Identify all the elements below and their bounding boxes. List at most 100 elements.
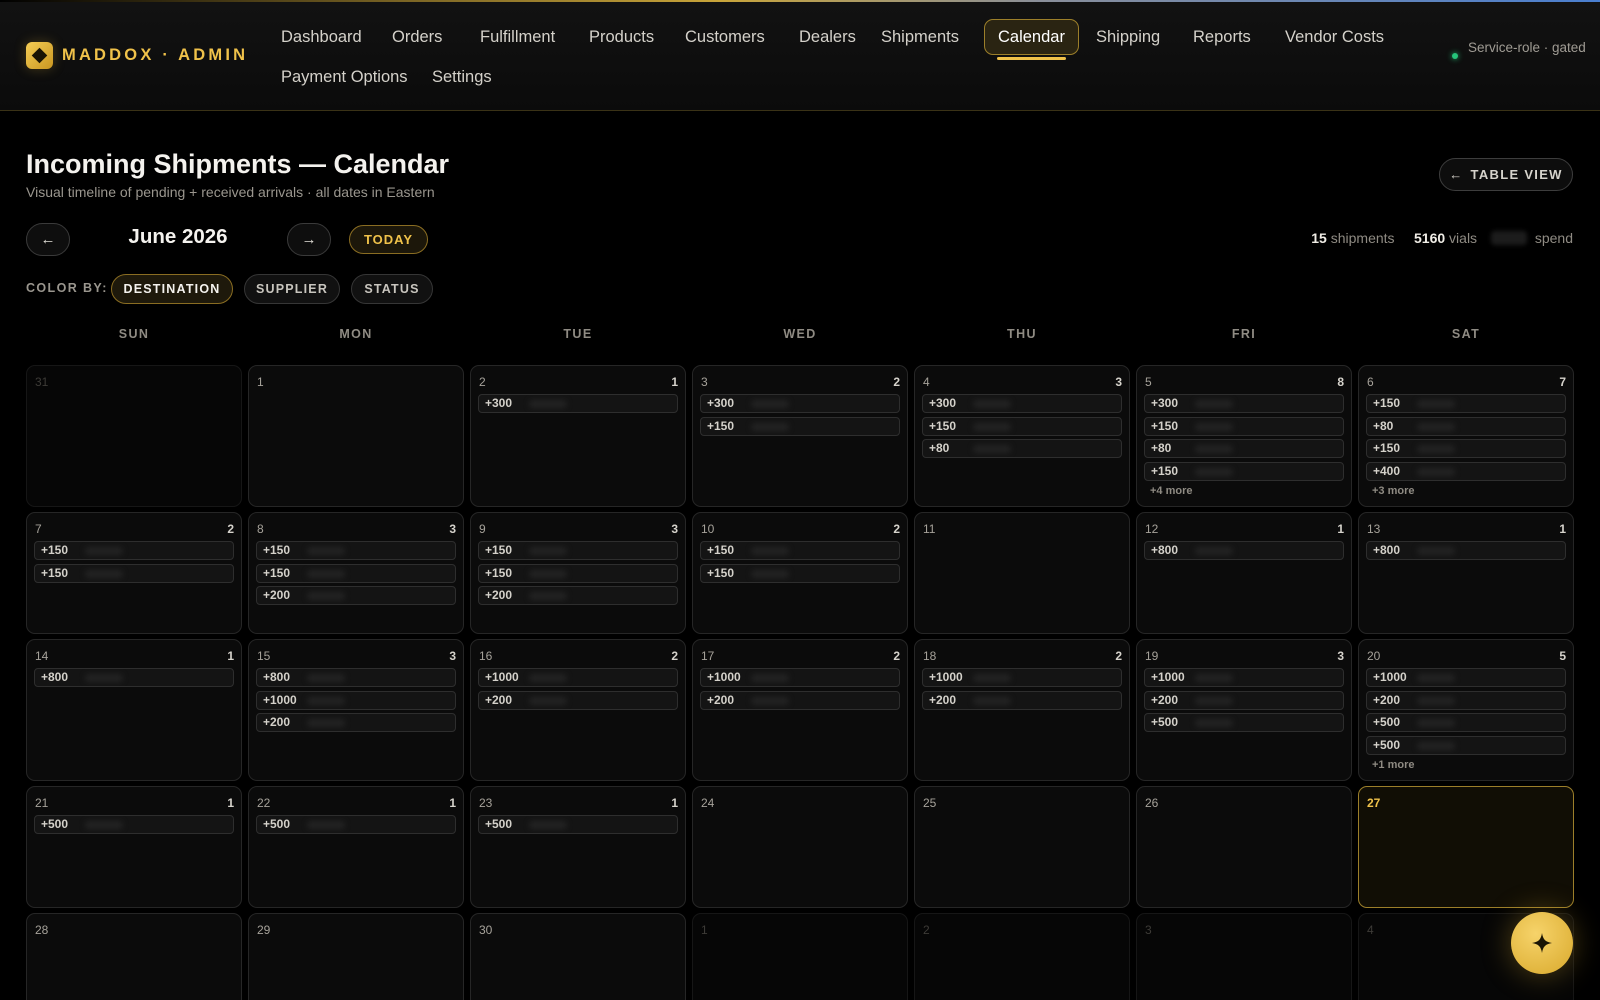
nav-item-dealers[interactable]: Dealers: [786, 19, 869, 55]
calendar-day[interactable]: 22 1 +500: [248, 786, 464, 908]
nav-item-products[interactable]: Products: [576, 19, 667, 55]
calendar-day[interactable]: 1: [692, 913, 908, 1000]
shipment-chip[interactable]: +500: [1144, 713, 1344, 733]
nav-item-shipments[interactable]: Shipments: [868, 19, 972, 55]
shipment-chip[interactable]: +150: [478, 541, 678, 560]
calendar-day[interactable]: 1: [248, 365, 464, 507]
more-shipments-link[interactable]: +3 more: [1366, 485, 1566, 497]
calendar-day[interactable]: 26: [1136, 786, 1352, 908]
nav-item-vendor-costs[interactable]: Vendor Costs: [1272, 19, 1397, 55]
nav-item-shipping[interactable]: Shipping: [1083, 19, 1173, 55]
shipment-chip[interactable]: +150: [34, 541, 234, 560]
shipment-chip[interactable]: +150: [1144, 416, 1344, 436]
calendar-day[interactable]: 30: [470, 913, 686, 1000]
shipment-chip[interactable]: +200: [700, 690, 900, 710]
calendar-day[interactable]: 19 3 +1000 +200 +500: [1136, 639, 1352, 781]
calendar-day[interactable]: 17 2 +1000 +200: [692, 639, 908, 781]
calendar-day[interactable]: 16 2 +1000 +200: [470, 639, 686, 781]
calendar-day[interactable]: 11: [914, 512, 1130, 634]
shipment-chip[interactable]: +200: [256, 713, 456, 733]
calendar-day[interactable]: 15 3 +800 +1000 +200: [248, 639, 464, 781]
shipment-chip[interactable]: +800: [256, 668, 456, 687]
next-month-button[interactable]: →: [287, 223, 331, 256]
nav-item-calendar[interactable]: Calendar: [984, 19, 1079, 60]
shipment-chip[interactable]: +1000: [1366, 668, 1566, 687]
shipment-chip[interactable]: +150: [1366, 394, 1566, 413]
shipment-chip[interactable]: +500: [256, 815, 456, 834]
shipment-chip[interactable]: +1000: [700, 668, 900, 687]
shipment-chip[interactable]: +800: [1144, 541, 1344, 560]
shipment-chip[interactable]: +150: [700, 563, 900, 583]
assistant-fab-button[interactable]: [1511, 912, 1573, 974]
calendar-day[interactable]: 28: [26, 913, 242, 1000]
shipment-chip[interactable]: +150: [700, 416, 900, 436]
shipment-chip[interactable]: +80: [1144, 439, 1344, 459]
shipment-chip[interactable]: +200: [1144, 690, 1344, 710]
calendar-day[interactable]: 9 3 +150 +150 +200: [470, 512, 686, 634]
calendar-day[interactable]: 6 7 +150 +80 +150 +400 +3 more: [1358, 365, 1574, 507]
shipment-chip[interactable]: +1000: [256, 690, 456, 710]
calendar-day[interactable]: 7 2 +150 +150: [26, 512, 242, 634]
color-by-supplier[interactable]: SUPPLIER: [244, 274, 340, 304]
shipment-chip[interactable]: +300: [700, 394, 900, 413]
calendar-day[interactable]: 8 3 +150 +150 +200: [248, 512, 464, 634]
nav-item-dashboard[interactable]: Dashboard: [268, 19, 375, 55]
calendar-day[interactable]: 5 8 +300 +150 +80 +150 +4 more: [1136, 365, 1352, 507]
nav-item-settings[interactable]: Settings: [419, 59, 505, 95]
shipment-chip[interactable]: +800: [34, 668, 234, 687]
brand[interactable]: MADDOX · ADMIN: [26, 42, 248, 69]
shipment-chip[interactable]: +500: [1366, 713, 1566, 733]
calendar-day[interactable]: 2 1 +300: [470, 365, 686, 507]
shipment-chip[interactable]: +500: [478, 815, 678, 834]
shipment-chip[interactable]: +1000: [1144, 668, 1344, 687]
shipment-chip[interactable]: +80: [1366, 416, 1566, 436]
today-button[interactable]: TODAY: [349, 225, 428, 254]
calendar-day[interactable]: 25: [914, 786, 1130, 908]
shipment-chip[interactable]: +200: [1366, 690, 1566, 710]
calendar-day[interactable]: 13 1 +800: [1358, 512, 1574, 634]
calendar-day[interactable]: 31: [26, 365, 242, 507]
shipment-chip[interactable]: +150: [34, 563, 234, 583]
shipment-chip[interactable]: +300: [1144, 394, 1344, 413]
shipment-chip[interactable]: +150: [256, 541, 456, 560]
shipment-chip[interactable]: +1000: [478, 668, 678, 687]
nav-item-payment-options[interactable]: Payment Options: [268, 59, 421, 95]
more-shipments-link[interactable]: +1 more: [1366, 759, 1566, 771]
calendar-day[interactable]: 18 2 +1000 +200: [914, 639, 1130, 781]
shipment-chip[interactable]: +500: [1366, 736, 1566, 756]
calendar-day[interactable]: 21 1 +500: [26, 786, 242, 908]
calendar-day[interactable]: 10 2 +150 +150: [692, 512, 908, 634]
shipment-chip[interactable]: +150: [700, 541, 900, 560]
table-view-button[interactable]: ← TABLE VIEW: [1439, 158, 1573, 191]
calendar-day[interactable]: 24: [692, 786, 908, 908]
calendar-day[interactable]: 14 1 +800: [26, 639, 242, 781]
prev-month-button[interactable]: ←: [26, 223, 70, 256]
shipment-chip[interactable]: +200: [478, 690, 678, 710]
calendar-day[interactable]: 29: [248, 913, 464, 1000]
shipment-chip[interactable]: +150: [1144, 462, 1344, 482]
shipment-chip[interactable]: +150: [256, 563, 456, 583]
shipment-chip[interactable]: +300: [478, 394, 678, 413]
shipment-chip[interactable]: +200: [478, 586, 678, 606]
nav-item-reports[interactable]: Reports: [1180, 19, 1264, 55]
color-by-status[interactable]: STATUS: [351, 274, 433, 304]
shipment-chip[interactable]: +150: [1366, 439, 1566, 459]
shipment-chip[interactable]: +80: [922, 439, 1122, 459]
calendar-day[interactable]: 23 1 +500: [470, 786, 686, 908]
shipment-chip[interactable]: +200: [922, 690, 1122, 710]
calendar-day-today[interactable]: 27: [1358, 786, 1574, 908]
more-shipments-link[interactable]: +4 more: [1144, 485, 1344, 497]
shipment-chip[interactable]: +200: [256, 586, 456, 606]
calendar-day[interactable]: 4 3 +300 +150 +80: [914, 365, 1130, 507]
color-by-destination[interactable]: DESTINATION: [111, 274, 233, 304]
calendar-day[interactable]: 3: [1136, 913, 1352, 1000]
shipment-chip[interactable]: +500: [34, 815, 234, 834]
nav-item-customers[interactable]: Customers: [672, 19, 778, 55]
nav-item-fulfillment[interactable]: Fulfillment: [467, 19, 568, 55]
shipment-chip[interactable]: +800: [1366, 541, 1566, 560]
shipment-chip[interactable]: +150: [478, 563, 678, 583]
calendar-day[interactable]: 2: [914, 913, 1130, 1000]
shipment-chip[interactable]: +1000: [922, 668, 1122, 687]
shipment-chip[interactable]: +300: [922, 394, 1122, 413]
calendar-day[interactable]: 20 5 +1000 +200 +500 +500 +1 more: [1358, 639, 1574, 781]
